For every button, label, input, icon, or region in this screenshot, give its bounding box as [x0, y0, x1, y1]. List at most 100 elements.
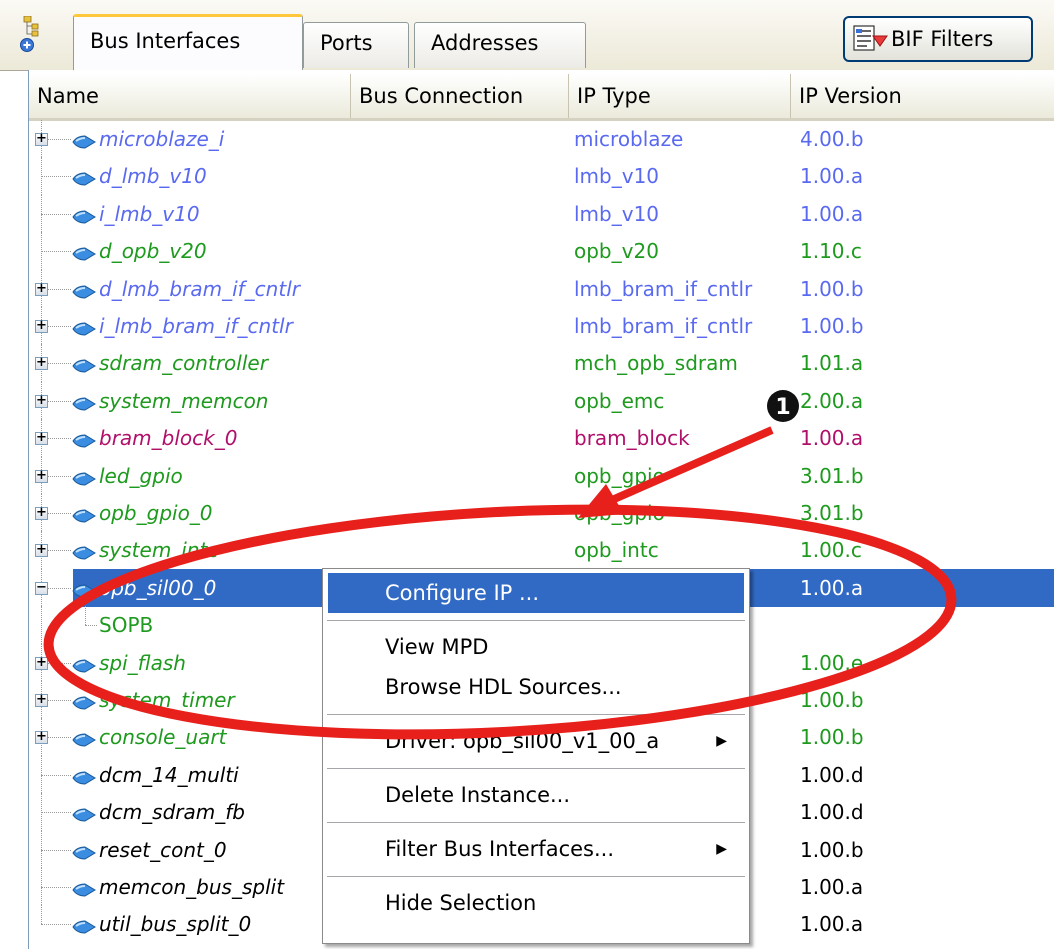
expand-icon[interactable]: + — [35, 656, 48, 670]
menu-item-label: Browse HDL Sources... — [385, 675, 622, 699]
menu-item-filter-bus-interfaces[interactable]: Filter Bus Interfaces... ▶ — [323, 829, 749, 869]
table-row[interactable]: + led_gpio opb_gpio 3.01.b — [29, 456, 1054, 495]
table-row[interactable]: + bram_block_0 bram_block 1.00.a — [29, 419, 1054, 457]
bus-interface-icon — [72, 210, 96, 224]
instance-name: system_timer — [99, 688, 235, 712]
tree-add-icon[interactable] — [20, 16, 42, 52]
instance-name: i_lmb_v10 — [99, 201, 200, 226]
menu-item-driver-opb-sil00-v1-00-a[interactable]: Driver: opb_sil00_v1_00_a ▶ — [323, 721, 749, 761]
expand-icon[interactable]: + — [35, 693, 48, 707]
tab-bus-interfaces[interactable]: Bus Interfaces — [73, 14, 303, 70]
instance-name: led_gpio — [99, 463, 183, 488]
ip-type: mch_opb_sdram — [574, 351, 738, 376]
instance-name: spi_flash — [99, 650, 186, 675]
menu-separator — [327, 876, 745, 877]
instance-name: d_opb_v20 — [99, 239, 207, 264]
ip-type: opb_v20 — [574, 239, 659, 264]
table-row[interactable]: + microblaze_i microblaze 4.00.b — [29, 120, 1054, 158]
expand-icon[interactable]: + — [35, 543, 48, 558]
menu-item-configure-ip[interactable]: Configure IP ... — [328, 573, 744, 613]
submenu-arrow-icon: ▶ — [716, 841, 727, 857]
tab-ports[interactable]: Ports — [303, 22, 409, 68]
expand-icon[interactable]: + — [35, 730, 48, 745]
ip-version: 1.00.a — [800, 875, 864, 899]
ip-type: opb_intc — [574, 538, 659, 563]
table-row[interactable]: + system_intc opb_intc 1.00.c — [29, 531, 1054, 569]
ip-version: 1.00.d — [800, 762, 864, 787]
bus-interface-icon — [72, 135, 96, 149]
ip-version: 1.00.b — [800, 688, 864, 712]
ip-version: 2.00.a — [800, 388, 864, 413]
instance-name: util_bus_split_0 — [99, 912, 252, 937]
expand-icon[interactable]: + — [35, 132, 48, 146]
ip-type: lmb_v10 — [574, 201, 660, 226]
ip-type: opb_emc — [574, 388, 665, 413]
bus-interface-icon — [72, 172, 96, 186]
instance-name: opb_sil00_0 — [99, 575, 217, 600]
ip-version: 1.01.a — [800, 351, 864, 376]
expand-icon[interactable]: + — [35, 469, 48, 483]
bus-interface-icon — [72, 359, 96, 373]
expand-icon[interactable]: + — [35, 506, 48, 520]
submenu-arrow-icon: ▶ — [716, 733, 727, 749]
ip-type: microblaze — [574, 127, 684, 151]
ip-version: 1.00.a — [800, 164, 864, 189]
bus-interface-icon — [72, 883, 96, 897]
bus-interface-icon — [72, 659, 96, 673]
ip-type: bram_block — [574, 426, 690, 451]
ip-version: 3.01.b — [800, 501, 864, 525]
bif-filters-button[interactable]: BIF Filters — [843, 16, 1033, 62]
bus-interface-icon — [72, 771, 96, 785]
child-interface-name: SOPB — [99, 613, 154, 638]
expand-icon[interactable]: + — [35, 319, 48, 333]
column-header-ip-version[interactable]: IP Version — [791, 74, 1054, 118]
instance-name: system_memcon — [99, 388, 269, 413]
menu-separator — [327, 714, 745, 715]
ip-version: 4.00.b — [800, 127, 864, 151]
ip-version: 1.00.b — [800, 276, 864, 301]
table-header: Name Bus Connection IP Type IP Version — [29, 74, 1054, 121]
ip-version: 1.00.b — [800, 837, 864, 862]
table-row[interactable]: + opb_gpio_0 opb_gpio 3.01.b — [29, 494, 1054, 532]
ip-version: 1.00.a — [800, 426, 864, 451]
table-row[interactable]: i_lmb_v10 lmb_v10 1.00.a — [29, 194, 1054, 233]
ip-type: lmb_v10 — [574, 164, 660, 189]
menu-item-browse-hdl-sources[interactable]: Browse HDL Sources... — [323, 667, 749, 707]
bus-interface-icon — [72, 808, 96, 822]
expand-icon[interactable]: + — [35, 282, 48, 296]
tab-addresses[interactable]: Addresses — [414, 22, 586, 68]
table-row[interactable]: + sdram_controller mch_opb_sdram 1.01.a — [29, 344, 1054, 382]
bus-interface-icon — [72, 696, 96, 710]
bus-interface-icon — [72, 247, 96, 261]
ip-version: 1.00.a — [800, 912, 864, 937]
ip-version: 1.00.a — [800, 575, 864, 600]
bus-interface-icon — [72, 509, 96, 523]
menu-item-delete-instance[interactable]: Delete Instance... — [323, 775, 749, 815]
expand-icon[interactable]: + — [35, 431, 48, 446]
bus-interface-icon — [72, 584, 96, 598]
menu-item-hide-selection[interactable]: Hide Selection — [323, 883, 749, 923]
ip-version: 1.00.c — [800, 538, 862, 563]
column-header-ip-type[interactable]: IP Type — [569, 74, 791, 118]
instance-name: dcm_sdram_fb — [99, 800, 245, 825]
instance-name: opb_gpio_0 — [99, 501, 213, 525]
table-row[interactable]: d_opb_v20 opb_v20 1.10.c — [29, 232, 1054, 270]
expand-icon[interactable]: + — [35, 394, 48, 408]
menu-item-label: Configure IP ... — [385, 581, 540, 605]
bus-interface-icon — [72, 322, 96, 336]
ip-version: 1.00.e — [800, 650, 864, 675]
table-row[interactable]: + system_memcon opb_emc 2.00.a — [29, 381, 1054, 420]
menu-item-label: Delete Instance... — [385, 783, 571, 807]
column-header-bus-connection[interactable]: Bus Connection — [351, 74, 569, 118]
collapse-icon[interactable]: − — [35, 581, 48, 595]
tab-strip: Bus Interfaces Ports Addresses BIF Filte… — [0, 0, 1054, 71]
column-header-name[interactable]: Name — [29, 74, 351, 118]
table-row[interactable]: d_lmb_v10 lmb_v10 1.00.a — [29, 157, 1054, 195]
table-row[interactable]: + i_lmb_bram_if_cntlr lmb_bram_if_cntlr 1.0… — [29, 307, 1054, 345]
table-row[interactable]: + d_lmb_bram_if_cntlr lmb_bram_if_cntlr 1.0… — [29, 269, 1054, 308]
instance-name: sdram_controller — [99, 351, 268, 376]
menu-item-view-mpd[interactable]: View MPD — [323, 627, 749, 667]
ip-version: 1.00.d — [800, 800, 864, 825]
context-menu: Configure IP ... View MPD Browse HDL Sourc… — [322, 568, 750, 944]
expand-icon[interactable]: + — [35, 356, 48, 371]
